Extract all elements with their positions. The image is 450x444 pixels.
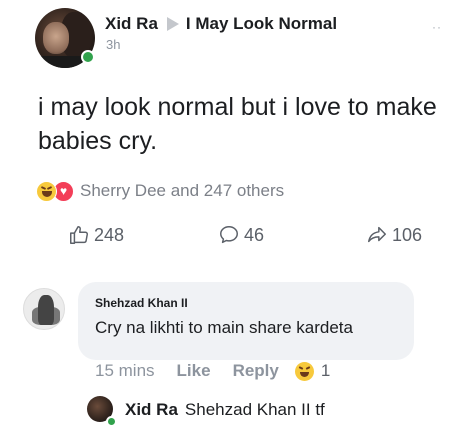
commenter-name[interactable]: Shehzad Khan II (95, 296, 188, 310)
share-button[interactable]: 106 (366, 222, 422, 248)
arrow-right-icon (166, 17, 179, 31)
share-count: 106 (392, 224, 423, 245)
comment-text: Cry na likhti to main share kardeta (95, 318, 353, 337)
online-status-icon (81, 50, 95, 64)
comment-button[interactable]: 46 (218, 222, 264, 248)
group-name[interactable]: I May Look Normal (186, 14, 337, 34)
reactors-text: Sherry Dee and 247 others (80, 181, 285, 200)
comment-count: 46 (244, 224, 265, 245)
author-name[interactable]: Xid Ra (105, 14, 158, 34)
more-options-icon[interactable]: ·· (432, 20, 442, 34)
haha-reaction-icon[interactable] (294, 361, 314, 381)
comment-meta: 15 mins Like Reply 1 (95, 360, 330, 382)
comment-time[interactable]: 15 mins (95, 361, 155, 381)
comment-icon (220, 226, 238, 244)
haha-reaction-icon (36, 180, 57, 202)
comment-like-button[interactable]: Like (177, 361, 211, 381)
reply-preview[interactable]: Xid Ra Shehzad Khan II tf (125, 399, 325, 421)
post-text: i may look normal but i love to make bab… (38, 93, 437, 155)
comment-reply-button[interactable]: Reply (233, 361, 279, 381)
reactions-summary[interactable]: ♥ Sherry Dee and 247 others (36, 180, 284, 202)
author-line: Xid Ra I May Look Normal (105, 13, 337, 35)
post-header: Xid Ra I May Look Normal 3h ·· (0, 0, 450, 80)
thumbs-up-icon (70, 226, 88, 244)
like-count: 248 (94, 224, 125, 245)
like-button[interactable]: 248 (68, 222, 124, 248)
share-arrow-icon (368, 226, 386, 243)
commenter-avatar[interactable] (23, 288, 65, 330)
online-status-icon (106, 416, 117, 427)
action-bar: 248 46 106 (0, 222, 450, 248)
reply-text: Shehzad Khan II tf (184, 400, 325, 419)
post-timestamp[interactable]: 3h (106, 37, 120, 52)
reply-author-name[interactable]: Xid Ra (125, 400, 178, 420)
comment-reaction-count[interactable]: 1 (321, 361, 330, 381)
